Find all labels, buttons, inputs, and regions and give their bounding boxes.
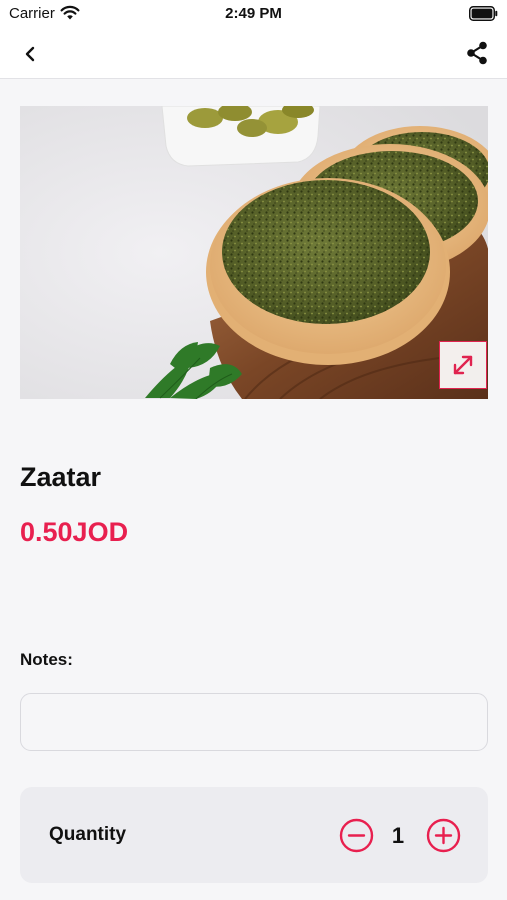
share-icon bbox=[467, 41, 487, 65]
status-time: 2:49 PM bbox=[225, 5, 282, 22]
expand-image-button[interactable] bbox=[439, 341, 487, 389]
quantity-card: Quantity 1 bbox=[20, 787, 488, 883]
product-photo bbox=[20, 106, 488, 399]
plus-circle-icon bbox=[426, 818, 461, 853]
expand-icon bbox=[453, 355, 473, 375]
product-price: 0.50JOD bbox=[20, 517, 129, 547]
chevron-left-icon bbox=[25, 46, 35, 62]
battery-icon bbox=[469, 6, 498, 21]
decrease-quantity-button[interactable] bbox=[339, 818, 374, 853]
quantity-value: 1 bbox=[391, 823, 405, 848]
product-image[interactable] bbox=[20, 106, 488, 399]
notes-input[interactable] bbox=[20, 693, 488, 751]
minus-circle-icon bbox=[339, 818, 374, 853]
back-button[interactable] bbox=[14, 40, 46, 68]
product-name: Zaatar bbox=[20, 462, 102, 492]
status-bar: Carrier 2:49 PM bbox=[0, 0, 507, 28]
notes-label: Notes: bbox=[20, 650, 73, 669]
share-button[interactable] bbox=[461, 38, 493, 68]
nav-bar bbox=[0, 28, 507, 79]
increase-quantity-button[interactable] bbox=[426, 818, 461, 853]
quantity-label: Quantity bbox=[49, 824, 127, 845]
